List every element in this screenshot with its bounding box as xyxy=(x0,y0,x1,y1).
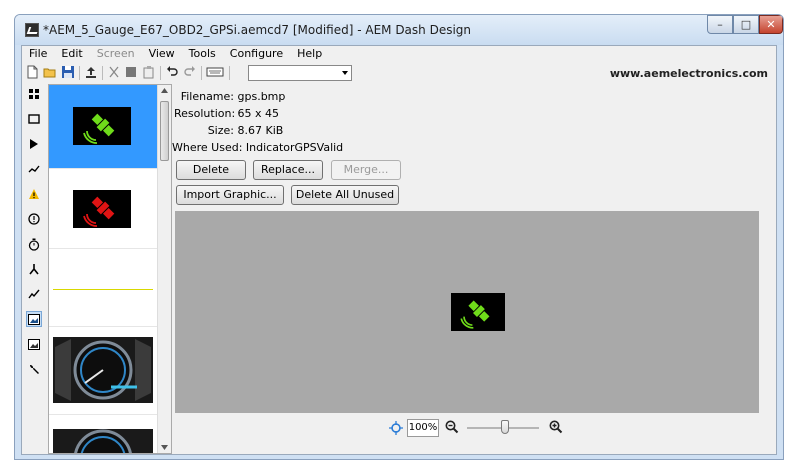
graphics-thumbnail-list[interactable] xyxy=(48,84,172,454)
redo-icon[interactable] xyxy=(183,65,197,79)
menu-tools[interactable]: Tools xyxy=(182,46,223,62)
zoom-out-icon[interactable] xyxy=(445,420,459,434)
list-item[interactable] xyxy=(49,415,157,453)
toolbar: www.aemelectronics.com xyxy=(22,63,776,83)
zoom-in-icon[interactable] xyxy=(549,420,563,434)
scrollbar-thumb[interactable] xyxy=(160,101,169,161)
resolution-value: 65 x 45 xyxy=(237,107,280,120)
list-item[interactable] xyxy=(49,169,157,249)
where-used-value: IndicatorGPSValid xyxy=(245,141,344,154)
screen-select-dropdown[interactable] xyxy=(248,65,352,81)
filename-label: Filename: xyxy=(180,90,234,103)
gauge-thumbnail xyxy=(53,337,153,403)
delete-all-unused-button[interactable]: Delete All Unused xyxy=(291,185,399,205)
maximize-button[interactable]: □ xyxy=(733,15,759,34)
scroll-up-icon[interactable] xyxy=(161,88,168,93)
size-label: Size: xyxy=(207,124,234,137)
alert-circle-icon[interactable] xyxy=(26,211,42,227)
zoom-fit-icon[interactable] xyxy=(389,421,403,435)
close-button[interactable]: ✕ xyxy=(759,15,783,34)
menu-screen[interactable]: Screen xyxy=(90,46,142,62)
yellow-line-thumbnail xyxy=(53,289,153,290)
zoom-bar: 100% xyxy=(175,415,759,443)
image-icon[interactable] xyxy=(26,311,42,327)
stopwatch-icon[interactable] xyxy=(26,236,42,252)
toolbar-separator xyxy=(229,66,230,80)
open-folder-icon[interactable] xyxy=(43,65,57,79)
copy-icon[interactable] xyxy=(124,65,138,79)
grid-icon[interactable] xyxy=(26,86,42,102)
gps-satellite-preview-image xyxy=(451,293,505,331)
menu-edit[interactable]: Edit xyxy=(54,46,89,62)
line-chart-icon[interactable] xyxy=(26,161,42,177)
where-used-label: Where Used: xyxy=(172,141,243,154)
zoom-slider-thumb[interactable] xyxy=(501,420,509,434)
branch-icon[interactable] xyxy=(26,261,42,277)
zoom-level-field[interactable]: 100% xyxy=(407,419,439,437)
trend-icon[interactable] xyxy=(26,286,42,302)
scroll-down-icon[interactable] xyxy=(161,445,168,450)
toolbar-separator xyxy=(79,66,80,80)
paste-icon[interactable] xyxy=(142,65,156,79)
import-graphic-button[interactable]: Import Graphic... xyxy=(176,185,284,205)
save-icon[interactable] xyxy=(61,65,75,79)
graphic-details-panel: Filename: gps.bmp Resolution: 65 x 45 Si… xyxy=(172,84,776,188)
app-logo-icon xyxy=(25,23,39,37)
title-bar[interactable]: *AEM_5_Gauge_E67_OBD2_GPSi.aemcd7 [Modif… xyxy=(15,15,783,45)
minimize-icon: – xyxy=(717,18,723,31)
undo-icon[interactable] xyxy=(165,65,179,79)
close-icon: ✕ xyxy=(766,18,776,31)
toolbar-separator xyxy=(102,66,103,80)
size-value: 8.67 KiB xyxy=(237,124,284,137)
delete-button[interactable]: Delete xyxy=(176,160,246,180)
toolbar-separator xyxy=(160,66,161,80)
graphic-preview-canvas[interactable] xyxy=(175,211,759,413)
menu-file[interactable]: File xyxy=(22,46,54,62)
upload-icon[interactable] xyxy=(84,65,98,79)
gps-satellite-red-thumbnail xyxy=(73,190,131,228)
image-alt-icon[interactable] xyxy=(26,336,42,352)
menu-help[interactable]: Help xyxy=(290,46,329,62)
thumbnail-scrollbar[interactable] xyxy=(157,85,171,453)
wrench-icon[interactable] xyxy=(26,361,42,377)
new-file-icon[interactable] xyxy=(25,65,39,79)
toolbar-separator xyxy=(201,66,202,80)
rectangle-icon[interactable] xyxy=(26,111,42,127)
menu-bar: File Edit Screen View Tools Configure He… xyxy=(22,46,776,62)
resolution-label: Resolution: xyxy=(174,107,236,120)
menu-configure[interactable]: Configure xyxy=(223,46,290,62)
replace-button[interactable]: Replace... xyxy=(253,160,323,180)
chevron-down-icon xyxy=(342,71,348,75)
play-icon[interactable] xyxy=(26,136,42,152)
list-item[interactable] xyxy=(49,249,157,327)
minimize-button[interactable]: – xyxy=(707,15,733,34)
app-window: *AEM_5_Gauge_E67_OBD2_GPSi.aemcd7 [Modif… xyxy=(14,14,784,460)
filename-value: gps.bmp xyxy=(237,90,286,103)
gps-satellite-green-thumbnail xyxy=(73,107,131,145)
window-title: *AEM_5_Gauge_E67_OBD2_GPSi.aemcd7 [Modif… xyxy=(43,23,472,37)
list-item[interactable] xyxy=(49,85,157,169)
list-item[interactable] xyxy=(49,327,157,415)
menu-view[interactable]: View xyxy=(142,46,182,62)
warning-icon[interactable] xyxy=(26,186,42,202)
cut-icon[interactable] xyxy=(107,65,121,79)
gauge-thumbnail xyxy=(53,429,153,453)
tool-sidebar xyxy=(22,84,46,454)
client-area: File Edit Screen View Tools Configure He… xyxy=(21,45,777,455)
maximize-icon: □ xyxy=(740,18,752,31)
website-link[interactable]: www.aemelectronics.com xyxy=(610,67,768,80)
merge-button[interactable]: Merge... xyxy=(331,160,401,180)
keyboard-icon[interactable] xyxy=(206,65,224,79)
